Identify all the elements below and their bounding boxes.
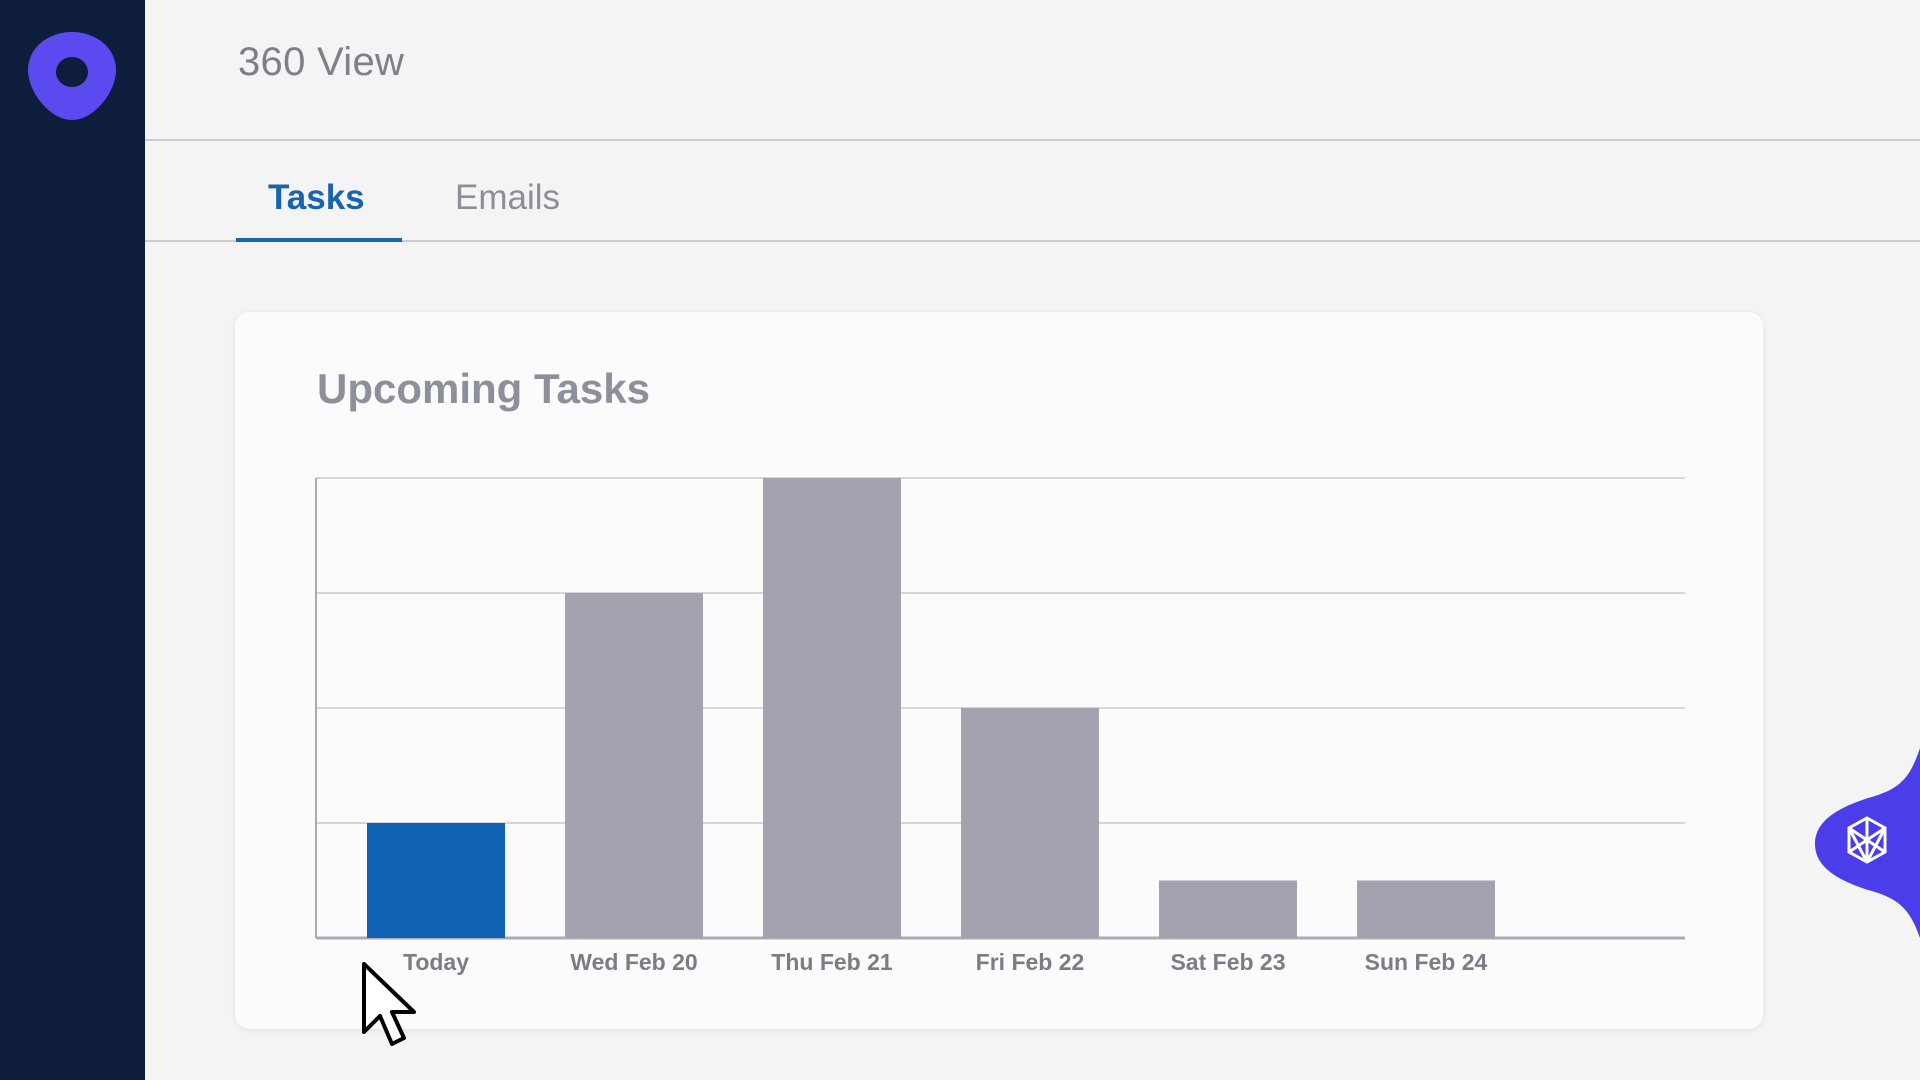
page-header: 360 View <box>145 0 1920 141</box>
x-tick-label: Wed Feb 20 <box>570 949 697 975</box>
active-tab-indicator <box>236 238 402 242</box>
bar-today[interactable] <box>367 823 505 938</box>
upcoming-tasks-chart: Today Wed Feb 20 Thu Feb 21 Fri Feb 22 Sat F… <box>315 477 1685 975</box>
x-tick-label: Sat Feb 23 <box>1170 949 1285 975</box>
bar-fri-feb-22[interactable] <box>961 708 1099 938</box>
app-root: 360 View Tasks Emails Upcoming Tasks Tod… <box>0 0 1920 1080</box>
outreach-logo-icon[interactable] <box>24 28 120 124</box>
assistant-launcher-button[interactable] <box>1815 748 1920 938</box>
bar-sun-feb-24[interactable] <box>1357 880 1495 939</box>
x-tick-label: Fri Feb 22 <box>976 949 1085 975</box>
mouse-pointer-icon <box>362 962 416 1046</box>
tab-tasks[interactable]: Tasks <box>268 178 365 218</box>
upcoming-tasks-card: Upcoming Tasks Today Wed Feb 20 Thu Feb 21… <box>235 312 1763 1029</box>
page-title: 360 View <box>238 40 405 84</box>
bar-wed-feb-20[interactable] <box>565 593 703 938</box>
tab-bar: Tasks Emails <box>145 141 1920 242</box>
x-tick-label: Thu Feb 21 <box>771 949 893 975</box>
bar-sat-feb-23[interactable] <box>1159 880 1297 939</box>
left-rail <box>0 0 145 1080</box>
network-icon <box>1847 816 1887 864</box>
tab-emails[interactable]: Emails <box>455 178 560 218</box>
bar-thu-feb-21[interactable] <box>763 478 901 938</box>
x-tick-label: Sun Feb 24 <box>1365 949 1488 975</box>
